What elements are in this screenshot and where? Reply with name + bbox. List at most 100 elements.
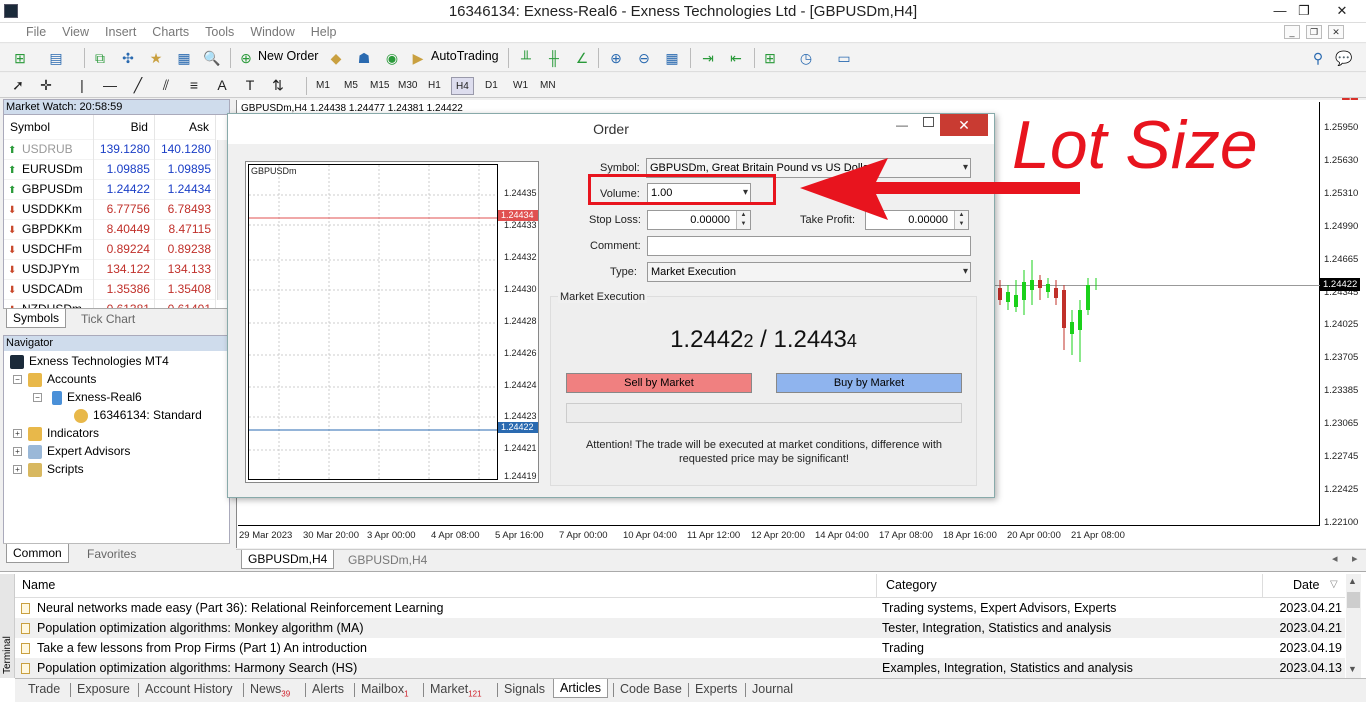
stop-loss-input[interactable]: 0.00000 ▲ ▼ [647, 210, 751, 230]
col-date[interactable]: Date [1293, 578, 1319, 592]
terminal-tab-alerts[interactable]: Alerts [312, 682, 344, 696]
dialog-minimize-icon[interactable]: — [896, 118, 908, 132]
terminal-tab-code-base[interactable]: Code Base [620, 682, 682, 696]
tab-tick-chart[interactable]: Tick Chart [75, 310, 141, 328]
nav-root[interactable]: Exness Technologies MT4 [10, 352, 169, 370]
chart-tab-active[interactable]: GBPUSDm,H4 [241, 550, 335, 569]
tf-h1[interactable]: H1 [424, 77, 445, 95]
col-ask[interactable]: Ask [154, 115, 217, 139]
tab-common[interactable]: Common [6, 544, 69, 563]
symbol-row[interactable]: ⬆ EURUSDm 1.09885 1.09895 [4, 158, 217, 179]
text-label-icon[interactable]: T [240, 75, 260, 95]
nav-indicators[interactable]: Indicators [28, 424, 99, 442]
menu-charts[interactable]: Charts [144, 23, 197, 41]
tf-mn[interactable]: MN [536, 77, 560, 95]
tab-scroll-left-icon[interactable]: ◂ [1332, 552, 1338, 565]
terminal-tab-articles[interactable]: Articles [553, 679, 608, 698]
bar-chart-icon[interactable]: ╨ [516, 48, 536, 68]
autotrading-icon[interactable]: ▶ [408, 48, 428, 68]
vertical-line-icon[interactable]: | [72, 75, 92, 95]
nav-account[interactable]: 16346134: Standard [74, 406, 202, 424]
minimize-button[interactable]: — [1268, 2, 1292, 20]
zoom-out-icon[interactable]: ⊖ [634, 48, 654, 68]
menu-window[interactable]: Window [242, 23, 302, 41]
line-chart-icon[interactable]: ∠ [572, 48, 592, 68]
data-window-icon[interactable]: ✣ [118, 48, 138, 68]
terminal-tab-mailbox[interactable]: Mailbox1 [361, 682, 409, 699]
vps-icon[interactable]: ◉ [382, 48, 402, 68]
chart-shift-icon[interactable]: ⇤ [726, 48, 746, 68]
dialog-maximize-icon[interactable] [923, 117, 934, 127]
symbol-row[interactable]: ⬇ USDJPYm 134.122 134.133 [4, 258, 217, 279]
col-name[interactable]: Name [22, 578, 55, 592]
text-icon[interactable]: A [212, 75, 232, 95]
nav-accounts[interactable]: Accounts [28, 370, 96, 388]
dialog-close-button[interactable]: ✕ [940, 114, 988, 136]
metaeditor-icon[interactable]: ◆ [326, 48, 346, 68]
autoscroll-icon[interactable]: ⇥ [698, 48, 718, 68]
tab-scroll-right-icon[interactable]: ▸ [1352, 552, 1358, 565]
symbol-row[interactable]: ⬆ GBPUSDm 1.24422 1.24434 [4, 178, 217, 199]
col-symbol[interactable]: Symbol [4, 115, 94, 139]
menu-tools[interactable]: Tools [197, 23, 242, 41]
close-button[interactable]: ✕ [1318, 2, 1366, 20]
messages-icon[interactable]: 💬 [1334, 48, 1354, 68]
tf-m5[interactable]: M5 [340, 77, 362, 95]
terminal-tab-news[interactable]: News39 [250, 682, 290, 699]
symbol-row[interactable]: ⬇ USDCADm 1.35386 1.35408 [4, 278, 217, 299]
menu-file[interactable]: File [18, 23, 54, 41]
type-select[interactable]: Market Execution ▾ [647, 262, 971, 282]
zoom-in-icon[interactable]: ⊕ [606, 48, 626, 68]
terminal-tab-market[interactable]: Market121 [430, 682, 482, 699]
article-row[interactable]: Take a few lessons from Prop Firms (Part… [15, 638, 1345, 658]
symbol-row[interactable]: ⬇ GBPDKKm 8.40449 8.47115 [4, 218, 217, 239]
symbol-row[interactable]: ⬆ USDRUB 139.1280 140.1280 [4, 138, 217, 159]
tf-m1[interactable]: M1 [312, 77, 334, 95]
buy-by-market-button[interactable]: Buy by Market [776, 373, 962, 393]
article-row[interactable]: Population optimization algorithms: Harm… [15, 658, 1345, 678]
mdi-minimize-icon[interactable]: _ [1284, 25, 1300, 39]
tab-symbols[interactable]: Symbols [6, 309, 67, 328]
autotrading-button[interactable]: AutoTrading [431, 49, 499, 63]
comment-input[interactable] [647, 236, 971, 256]
terminal-tab-signals[interactable]: Signals [504, 682, 545, 696]
menu-insert[interactable]: Insert [97, 23, 144, 41]
tf-h4[interactable]: H4 [451, 77, 474, 95]
tile-windows-icon[interactable]: ▦ [662, 48, 682, 68]
col-category[interactable]: Category [886, 578, 937, 592]
sort-desc-icon[interactable]: ▽ [1330, 579, 1338, 590]
terminal-tab-exposure[interactable]: Exposure [77, 682, 130, 696]
crosshair-icon[interactable]: ✛ [36, 75, 56, 95]
chart-tab-2[interactable]: GBPUSDm,H4 [342, 551, 433, 569]
templates-icon[interactable]: ▭ [834, 48, 854, 68]
nav-server[interactable]: Exness-Real6 [52, 388, 142, 406]
tf-m30[interactable]: M30 [394, 77, 421, 95]
maximize-button[interactable]: ❐ [1292, 2, 1316, 20]
terminal-tab-journal[interactable]: Journal [752, 682, 793, 696]
mdi-close-icon[interactable]: ✕ [1328, 25, 1344, 39]
terminal-tab-trade[interactable]: Trade [28, 682, 60, 696]
tester-icon[interactable]: 🔍 [202, 48, 222, 68]
terminal-tab-experts[interactable]: Experts [695, 682, 737, 696]
channel-icon[interactable]: ⫽ [156, 75, 176, 95]
new-chart-icon[interactable]: ⊞ [10, 48, 30, 68]
terminal-scrollbar[interactable]: ▲ ▼ [1346, 574, 1361, 678]
symbol-row[interactable]: ⬇ USDCHFm 0.89224 0.89238 [4, 238, 217, 259]
sell-by-market-button[interactable]: Sell by Market [566, 373, 752, 393]
tf-w1[interactable]: W1 [509, 77, 532, 95]
horizontal-line-icon[interactable]: — [100, 75, 120, 95]
terminal-tab-account-history[interactable]: Account History [145, 682, 233, 696]
menu-help[interactable]: Help [303, 23, 345, 41]
article-row[interactable]: Neural networks made easy (Part 36): Rel… [15, 598, 1345, 618]
trendline-icon[interactable]: ╱ [128, 75, 148, 95]
nav-scripts[interactable]: Scripts [28, 460, 84, 478]
signals-icon[interactable]: ☗ [354, 48, 374, 68]
mdi-restore-icon[interactable]: ❐ [1306, 25, 1322, 39]
arrows-icon[interactable]: ⇅ [268, 75, 288, 95]
tf-d1[interactable]: D1 [481, 77, 502, 95]
article-row[interactable]: Population optimization algorithms: Monk… [15, 618, 1345, 638]
fibonacci-icon[interactable]: ≡ [184, 75, 204, 95]
symbol-row[interactable]: ⬇ USDDKKm 6.77756 6.78493 [4, 198, 217, 219]
tf-m15[interactable]: M15 [366, 77, 393, 95]
candlestick-icon[interactable]: ╫ [544, 48, 564, 68]
